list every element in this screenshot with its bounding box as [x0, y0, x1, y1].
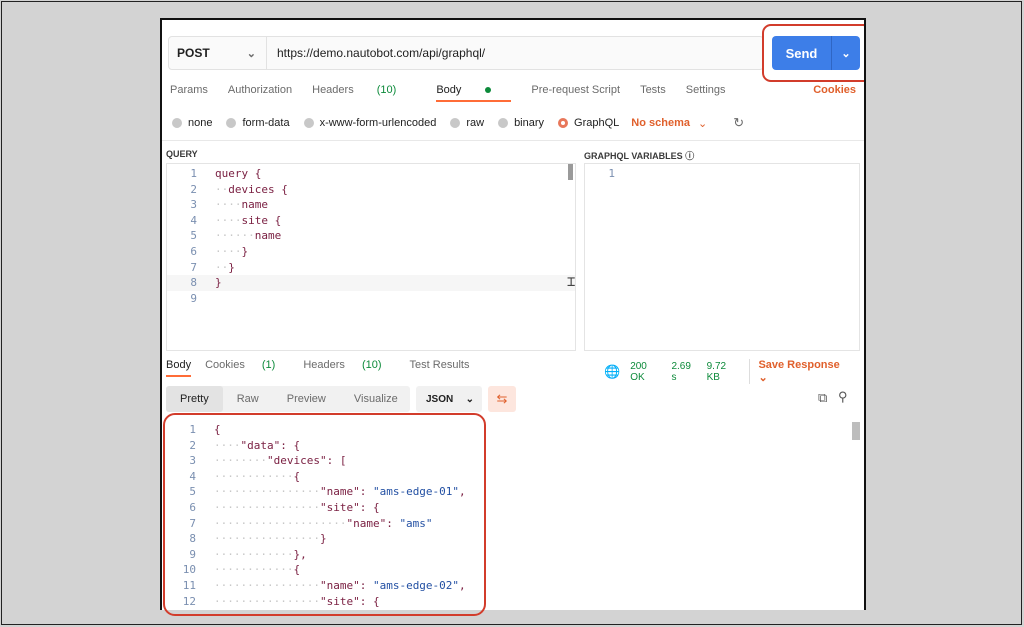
highlight-send — [762, 24, 864, 82]
highlight-response — [163, 413, 486, 616]
variables-lines: 1 — [585, 164, 859, 182]
code-line: 5 ······name — [167, 228, 575, 244]
chevron-down-icon: ⌄ — [246, 47, 256, 60]
schema-select[interactable]: No schema ⌄ — [631, 117, 707, 130]
tab-settings[interactable]: Settings — [686, 84, 726, 96]
code-text: ····site { — [215, 213, 282, 227]
text-cursor-icon: ⌶ — [567, 274, 576, 290]
request-tabs: Params Authorization Headers (10) Body P… — [170, 84, 746, 102]
view-pretty[interactable]: Pretty — [166, 386, 223, 412]
tab-pre-request-script[interactable]: Pre-request Script — [531, 84, 620, 96]
active-dot-icon — [485, 87, 492, 94]
copy-icon[interactable]: ⧉ — [818, 390, 827, 406]
headers-count: (10) — [376, 84, 397, 96]
wrap-lines-icon[interactable]: ⇆ — [488, 386, 516, 412]
radio-icon — [498, 118, 509, 128]
line-number: 4 — [190, 213, 197, 227]
response-scrollbar[interactable] — [852, 422, 860, 440]
cookies-link[interactable]: Cookies — [813, 84, 856, 96]
line-number: 1 — [608, 167, 615, 180]
method-select[interactable]: POST ⌄ — [169, 37, 267, 69]
radio-form-data[interactable]: form-data — [226, 117, 290, 129]
view-preview[interactable]: Preview — [273, 386, 340, 412]
code-line: 6 ····} — [167, 244, 575, 260]
view-mode-bar: Pretty Raw Preview Visualize — [166, 386, 410, 412]
chevron-down-icon: ⌄ — [465, 393, 474, 405]
radio-icon — [172, 118, 182, 128]
code-line: 1 query { — [167, 166, 575, 182]
tab-authorization[interactable]: Authorization — [228, 84, 292, 96]
code-line: 2 ··devices { — [167, 182, 575, 198]
tab-body[interactable]: Body — [436, 84, 512, 102]
body-mode-options: none form-data x-www-form-urlencoded raw… — [172, 115, 744, 131]
line-number: 6 — [190, 244, 197, 258]
radio-icon — [226, 118, 237, 128]
resp-tab-cookies[interactable]: Cookies (1) — [205, 359, 289, 371]
code-text: ··} — [215, 260, 235, 274]
divider — [162, 140, 864, 141]
editor-scrollbar[interactable] — [568, 164, 573, 180]
response-status: 🌐 200 OK 2.69 s 9.72 KB Save Response ⌄ — [604, 359, 864, 384]
query-lines: 1 query { 2 ··devices { 3 ····name 4 ····site {… — [167, 164, 575, 306]
line-number: 8 — [190, 276, 197, 290]
radio-selected-icon — [558, 118, 569, 128]
tab-params[interactable]: Params — [170, 84, 208, 96]
method-label: POST — [177, 46, 210, 60]
response-size: 9.72 KB — [706, 360, 727, 383]
code-text: } — [215, 276, 222, 290]
chevron-down-icon: ⌄ — [697, 117, 708, 130]
url-input[interactable]: https://demo.nautobot.com/api/graphql/ — [267, 37, 485, 69]
response-tabs: Body Cookies (1) Headers (10) Test Resul… — [166, 359, 483, 377]
radio-urlencoded[interactable]: x-www-form-urlencoded — [303, 117, 436, 129]
line-number: 7 — [190, 260, 197, 274]
variables-editor[interactable]: 1 — [584, 163, 860, 351]
query-title: QUERY — [166, 149, 198, 159]
line-number: 3 — [190, 198, 197, 212]
response-time: 2.69 s — [671, 360, 691, 383]
code-text: ····name — [215, 198, 268, 212]
line-number: 1 — [190, 167, 197, 180]
resp-tab-headers[interactable]: Headers (10) — [303, 359, 395, 371]
format-select[interactable]: JSON ⌄ — [416, 386, 482, 412]
status-code: 200 OK — [630, 360, 647, 383]
radio-raw[interactable]: raw — [450, 117, 484, 129]
query-editor[interactable]: 1 query { 2 ··devices { 3 ····name 4 ····site {… — [166, 163, 576, 351]
view-raw[interactable]: Raw — [223, 386, 273, 412]
line-number: 2 — [190, 182, 197, 196]
code-text: ······name — [215, 229, 282, 243]
code-line: 4 ····site { — [167, 213, 575, 229]
radio-none[interactable]: none — [172, 117, 212, 129]
variables-title: GRAPHQL VARIABLES ⓘ — [584, 151, 695, 161]
radio-binary[interactable]: binary — [498, 117, 544, 129]
radio-icon — [450, 118, 461, 128]
save-response-button[interactable]: Save Response ⌄ — [749, 359, 854, 384]
code-text: query { — [215, 167, 262, 180]
globe-icon[interactable]: 🌐 — [604, 364, 620, 380]
resp-tab-test-results[interactable]: Test Results — [410, 359, 470, 371]
code-line: 8} — [167, 275, 575, 291]
resp-tab-body[interactable]: Body — [166, 359, 192, 377]
code-line: 1 — [585, 166, 859, 182]
line-number: 5 — [190, 229, 197, 243]
radio-graphql[interactable]: GraphQL — [558, 117, 619, 129]
tab-tests[interactable]: Tests — [640, 84, 666, 96]
refresh-icon[interactable]: ↻ — [733, 115, 744, 131]
code-line: 3 ····name — [167, 197, 575, 213]
line-number: 9 — [190, 291, 197, 305]
radio-icon — [303, 118, 314, 128]
code-line: 9 — [167, 291, 575, 307]
code-text: ····} — [215, 244, 249, 258]
view-visualize[interactable]: Visualize — [340, 386, 412, 412]
code-line: 7 ··} — [167, 260, 575, 276]
request-bar: POST ⌄ https://demo.nautobot.com/api/gra… — [168, 36, 764, 70]
search-icon[interactable]: ⚲ — [838, 389, 848, 405]
code-text: ··devices { — [215, 182, 288, 196]
info-icon: ⓘ — [685, 151, 695, 161]
tab-headers[interactable]: Headers (10) — [312, 84, 416, 96]
